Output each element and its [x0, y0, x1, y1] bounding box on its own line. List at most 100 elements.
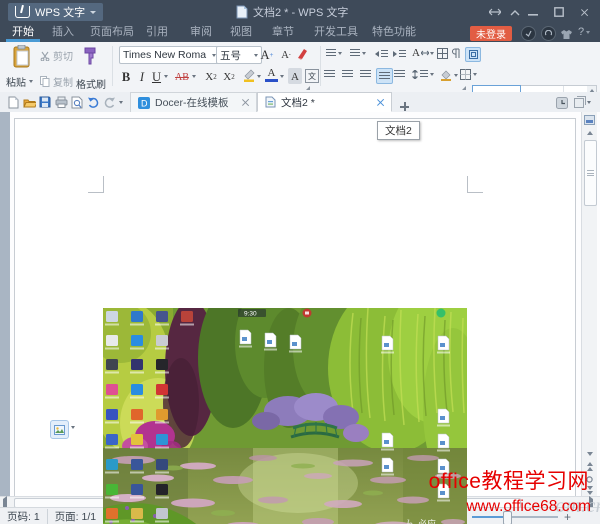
font-color-button[interactable]: A [265, 68, 278, 82]
distribute-button[interactable] [394, 70, 405, 79]
borders-button[interactable] [460, 69, 477, 80]
open-button[interactable] [22, 95, 36, 109]
font-dialog-launcher[interactable] [306, 86, 310, 90]
document-tab-bar: D Docer-在线模板 文档2 * [0, 92, 600, 113]
tab-review[interactable]: 审阅 [188, 24, 214, 42]
app-menu-button[interactable]: WPS 文字 [8, 3, 103, 21]
quick-access-dropdown[interactable] [119, 101, 123, 104]
tab-home[interactable]: 开始 [10, 24, 36, 42]
underline-button[interactable]: U [150, 68, 163, 84]
zoom-slider-track[interactable] [472, 516, 558, 518]
collapse-ribbon-icon[interactable] [507, 5, 523, 19]
print-button[interactable] [54, 95, 68, 109]
undo-button[interactable] [86, 95, 100, 109]
tab-developer[interactable]: 开发工具 [312, 24, 360, 42]
strikethrough-button[interactable]: AB [172, 68, 192, 84]
image-layout-options-button[interactable] [50, 420, 69, 439]
numbered-list-icon [350, 49, 360, 58]
shrink-font-button[interactable]: A- [279, 46, 293, 62]
align-left-button[interactable] [324, 70, 335, 79]
tab-references[interactable]: 引用 [144, 24, 170, 42]
numbering-button[interactable] [350, 49, 366, 58]
status-pages: 页面: 1/1 [48, 509, 104, 524]
tab-view[interactable]: 视图 [228, 24, 254, 42]
updown-arrow-icon [412, 70, 418, 79]
svg-text:b: b [406, 518, 413, 524]
show-marks-button[interactable] [465, 47, 481, 62]
highlight-color-icon[interactable] [242, 68, 256, 87]
layout-options-dropdown[interactable] [71, 426, 75, 429]
save-button[interactable] [38, 95, 52, 109]
tab-list-button[interactable] [574, 96, 591, 108]
close-icon[interactable] [376, 98, 384, 106]
decrease-indent-button[interactable] [375, 49, 388, 59]
font-size-select[interactable]: 五号 [216, 46, 262, 64]
ribbon: 粘贴 剪切 复制 格式刷 Times New Roma 五号 A+ A- [0, 42, 600, 93]
line-spacing-button[interactable] [412, 70, 434, 79]
font-name-select[interactable]: Times New Roma [119, 46, 220, 64]
subscript-button[interactable]: X2 [221, 68, 237, 84]
clear-formatting-icon[interactable] [296, 47, 310, 66]
shading-button[interactable] [440, 69, 458, 81]
ruler-toggle-button[interactable] [583, 114, 596, 125]
strikethrough-dropdown[interactable] [192, 75, 196, 78]
cut-button[interactable]: 剪切 [40, 48, 73, 63]
vertical-scroll-thumb[interactable] [584, 140, 597, 206]
superscript-button[interactable]: X2 [203, 68, 219, 84]
zoom-slider-fill [472, 516, 506, 518]
embedded-desktop-image[interactable]: 9:30 b 必应 [103, 308, 467, 524]
paragraph-layout-button[interactable] [452, 48, 462, 59]
svg-text:必应: 必应 [418, 518, 436, 524]
underline-dropdown[interactable] [164, 75, 168, 78]
text-direction-button[interactable] [437, 48, 448, 59]
ribbon-tab-bar: 开始 插入 页面布局 引用 审阅 视图 章节 开发工具 特色功能 未登录 ? [0, 24, 600, 42]
picture-icon [54, 425, 65, 435]
paste-button[interactable]: 粘贴 [6, 74, 33, 89]
paragraph-dialog-launcher[interactable] [462, 86, 466, 90]
new-document-button[interactable] [6, 95, 20, 109]
bullets-button[interactable] [326, 49, 342, 58]
increase-indent-button[interactable] [393, 49, 406, 59]
bold-button[interactable]: B [119, 68, 133, 84]
character-shading-button[interactable]: A [288, 68, 302, 84]
font-color-swatch [265, 79, 278, 82]
tab-document2[interactable]: 文档2 * [257, 92, 392, 112]
highlight-dropdown[interactable] [257, 75, 261, 78]
window-title: 文档2 * - WPS 文字 [253, 4, 348, 20]
lines-icon [420, 70, 428, 79]
tab-insert[interactable]: 插入 [50, 24, 76, 42]
tab-special-features[interactable]: 特色功能 [370, 24, 418, 42]
svg-text:D: D [141, 98, 148, 108]
vertical-scrollbar[interactable] [581, 112, 597, 497]
scroll-down-button[interactable] [583, 448, 596, 459]
close-icon[interactable] [241, 99, 249, 107]
italic-button[interactable]: I [136, 68, 148, 84]
chevron-down-icon [587, 101, 591, 104]
align-right-button[interactable] [360, 70, 371, 79]
print-preview-button[interactable] [70, 95, 84, 109]
maximize-button[interactable] [551, 5, 567, 19]
minimize-button[interactable] [525, 5, 541, 19]
grow-font-button[interactable]: A+ [259, 46, 275, 62]
redo-button[interactable] [102, 95, 116, 109]
switch-ui-icon[interactable] [487, 5, 503, 19]
align-center-button[interactable] [342, 70, 353, 79]
paste-icon[interactable] [10, 45, 34, 71]
tabs-icon [574, 96, 586, 108]
tab-section[interactable]: 章节 [270, 24, 296, 42]
phonetic-guide-button[interactable]: 文 [305, 69, 319, 83]
justify-button[interactable] [376, 68, 393, 84]
font-color-dropdown[interactable] [280, 75, 284, 78]
tab-page-layout[interactable]: 页面布局 [88, 24, 136, 42]
close-button[interactable] [576, 5, 592, 19]
feedback-icon[interactable] [541, 26, 556, 41]
scroll-up-button[interactable] [583, 127, 596, 138]
chevron-down-icon [586, 31, 590, 34]
tab-docer-templates[interactable]: D Docer-在线模板 [130, 92, 257, 112]
login-button[interactable]: 未登录 [470, 26, 512, 41]
skin-icon[interactable] [521, 26, 536, 41]
help-button[interactable]: ? [578, 26, 590, 38]
copy-button[interactable]: 复制 [40, 74, 73, 89]
character-scaling-button[interactable]: A [412, 47, 434, 59]
format-painter-button[interactable]: 格式刷 [76, 76, 106, 91]
